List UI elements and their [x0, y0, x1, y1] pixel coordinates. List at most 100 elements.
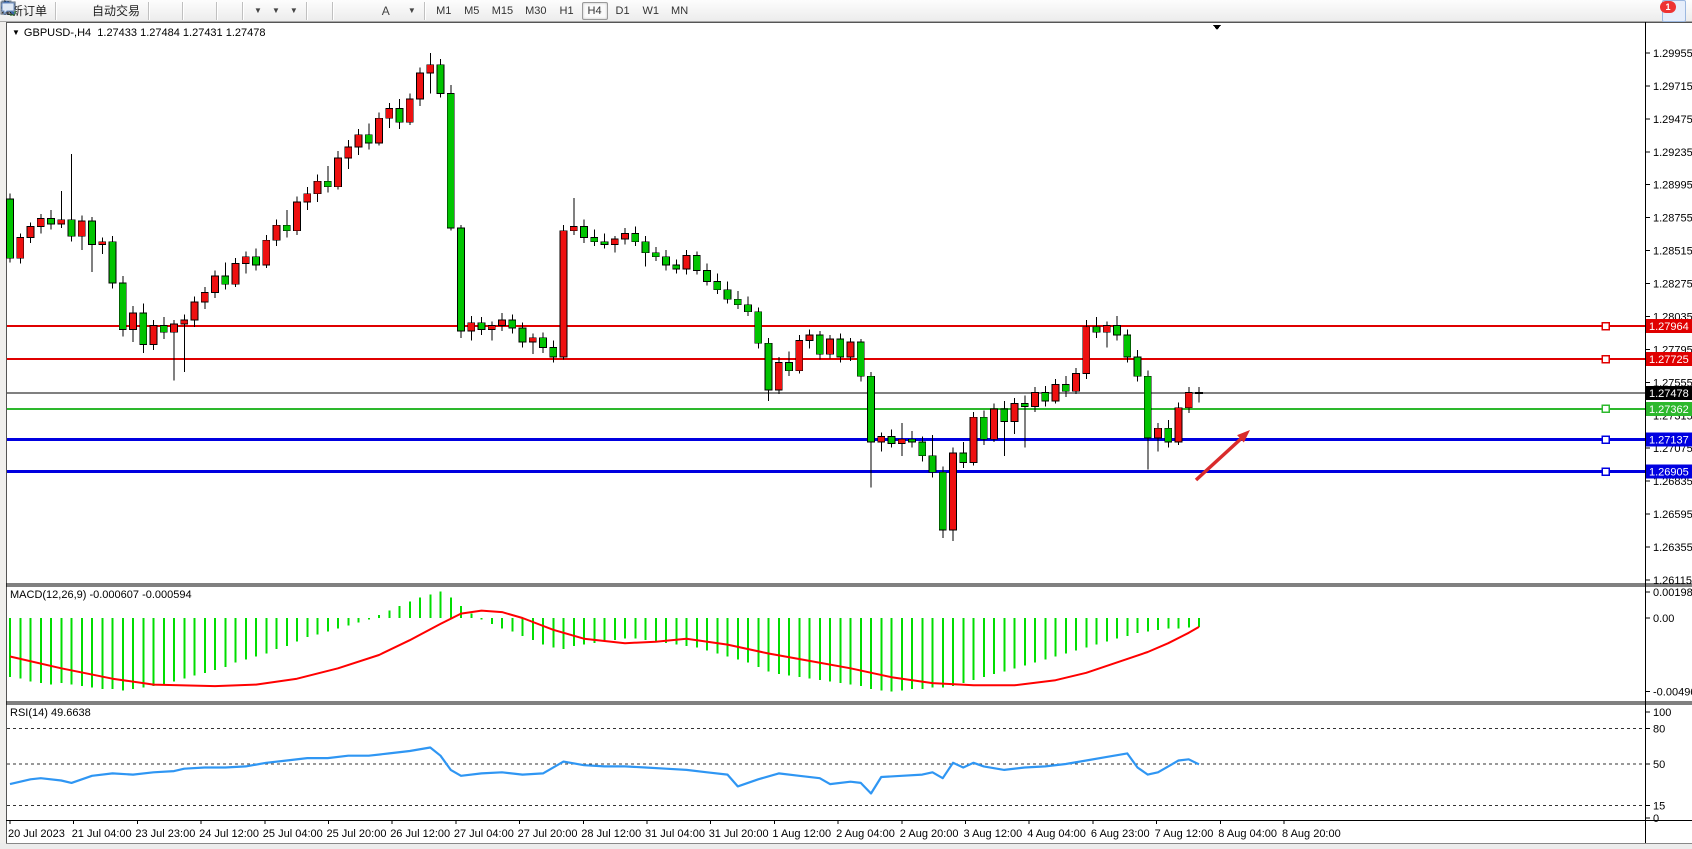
svg-text:1.26595: 1.26595: [1653, 509, 1692, 521]
trading-terminal-window: 新订单 自动交易 ▼ ▼ ▼ E F A T ▼: [0, 0, 1692, 849]
chevron-down-icon: ▼: [272, 6, 280, 15]
timeframe-M15[interactable]: M15: [487, 2, 518, 20]
toolbar: 新订单 自动交易 ▼ ▼ ▼ E F A T ▼: [0, 0, 1692, 22]
chart-canvas[interactable]: 1.299551.297151.294751.292351.289951.287…: [0, 0, 1692, 849]
candlestick-mode-button[interactable]: [162, 0, 170, 22]
svg-text:1.27137: 1.27137: [1649, 435, 1689, 447]
tile-windows-button[interactable]: [204, 0, 212, 22]
line-chart-mode-button[interactable]: [170, 0, 178, 22]
toolbar-separator: [332, 2, 334, 20]
timeframe-M1[interactable]: M1: [431, 2, 457, 20]
svg-text:1.27725: 1.27725: [1649, 354, 1689, 366]
svg-text:1.29475: 1.29475: [1653, 114, 1692, 126]
svg-text:15: 15: [1653, 800, 1665, 812]
signal-button[interactable]: [77, 0, 85, 22]
svg-text:8 Aug 04:00: 8 Aug 04:00: [1218, 828, 1277, 840]
chart-shift-button[interactable]: [222, 0, 230, 22]
svg-text:1.28755: 1.28755: [1653, 213, 1692, 225]
text-tool-button[interactable]: A: [378, 0, 394, 22]
svg-text:21 Jul 04:00: 21 Jul 04:00: [72, 828, 132, 840]
svg-text:50: 50: [1653, 759, 1665, 771]
svg-text:-0.004967: -0.004967: [1653, 687, 1692, 699]
auto-trading-button[interactable]: 自动交易: [85, 0, 144, 22]
channel-tool-button[interactable]: E: [362, 0, 370, 22]
svg-text:2 Aug 04:00: 2 Aug 04:00: [836, 828, 895, 840]
chevron-down-icon: ▼: [290, 6, 298, 15]
toolbar-right-group: 1: [1654, 0, 1686, 22]
text-label-tool-button[interactable]: T: [394, 0, 402, 22]
chevron-down-icon: ▼: [254, 6, 262, 15]
arrows-tool-button[interactable]: ▼: [402, 0, 420, 22]
vertical-line-tool-button[interactable]: [338, 0, 346, 22]
svg-text:23 Jul 23:00: 23 Jul 23:00: [135, 828, 195, 840]
crosshair-tool-button[interactable]: [320, 0, 328, 22]
svg-text:27 Jul 04:00: 27 Jul 04:00: [454, 828, 514, 840]
fibonacci-tool-button[interactable]: F: [370, 0, 378, 22]
svg-text:1.26115: 1.26115: [1653, 575, 1692, 587]
zoom-out-button[interactable]: [196, 0, 204, 22]
symbol-quote-text: GBPUSD-,H4 1.27433 1.27484 1.27431 1.274…: [24, 27, 266, 39]
svg-text:1.29955: 1.29955: [1653, 48, 1692, 60]
cursor-tool-button[interactable]: [312, 0, 320, 22]
svg-text:1.28275: 1.28275: [1653, 279, 1692, 291]
svg-text:2 Aug 20:00: 2 Aug 20:00: [900, 828, 959, 840]
svg-text:1.26905: 1.26905: [1649, 467, 1689, 479]
svg-text:25 Jul 04:00: 25 Jul 04:00: [263, 828, 323, 840]
toolbar-separator: [216, 2, 218, 20]
svg-text:1.27362: 1.27362: [1649, 404, 1689, 416]
trendline-tool-button[interactable]: [354, 0, 362, 22]
svg-text:7 Aug 12:00: 7 Aug 12:00: [1155, 828, 1214, 840]
timeframe-M5[interactable]: M5: [459, 2, 485, 20]
zoom-in-button[interactable]: [188, 0, 196, 22]
svg-text:24 Jul 12:00: 24 Jul 12:00: [199, 828, 259, 840]
svg-text:100: 100: [1653, 707, 1671, 719]
toolbar-separator: [424, 2, 426, 20]
market-watch-button[interactable]: [61, 0, 69, 22]
svg-text:4 Aug 04:00: 4 Aug 04:00: [1027, 828, 1086, 840]
new-order-label: 新订单: [11, 2, 47, 19]
svg-text:27 Jul 20:00: 27 Jul 20:00: [518, 828, 578, 840]
timeframe-group: M1M5M15M30H1H4D1W1MN: [430, 1, 694, 20]
auto-trading-label: 自动交易: [92, 2, 140, 19]
notifications-button[interactable]: 1: [1662, 0, 1686, 22]
indicators-button[interactable]: ▼: [284, 0, 302, 22]
horizontal-line-tool-button[interactable]: [346, 0, 354, 22]
collapse-triangle-icon[interactable]: ▼: [12, 28, 20, 37]
toolbar-separator: [148, 2, 150, 20]
svg-text:26 Jul 12:00: 26 Jul 12:00: [390, 828, 450, 840]
svg-text:1.28995: 1.28995: [1653, 180, 1692, 192]
svg-text:28 Jul 12:00: 28 Jul 12:00: [581, 828, 641, 840]
svg-text:0.00: 0.00: [1653, 613, 1674, 625]
svg-text:6 Aug 23:00: 6 Aug 23:00: [1091, 828, 1150, 840]
timeframe-MN[interactable]: MN: [666, 2, 693, 20]
timeframe-M30[interactable]: M30: [520, 2, 551, 20]
svg-text:20 Jul 2023: 20 Jul 2023: [8, 828, 65, 840]
notification-badge: 1: [1660, 1, 1676, 13]
timeframe-D1[interactable]: D1: [610, 2, 636, 20]
svg-text:1.29715: 1.29715: [1653, 81, 1692, 93]
svg-text:1.27964: 1.27964: [1649, 321, 1689, 333]
timeframe-H1[interactable]: H1: [554, 2, 580, 20]
svg-text:1.28515: 1.28515: [1653, 246, 1692, 258]
chevron-down-icon: ▼: [408, 6, 416, 15]
toolbar-separator: [55, 2, 57, 20]
bar-chart-mode-button[interactable]: [154, 0, 162, 22]
svg-text:1 Aug 12:00: 1 Aug 12:00: [772, 828, 831, 840]
symbol-quote-bar[interactable]: ▼ GBPUSD-,H4 1.27433 1.27484 1.27431 1.27…: [12, 27, 266, 39]
svg-text:1.27478: 1.27478: [1649, 388, 1689, 400]
svg-text:31 Jul 04:00: 31 Jul 04:00: [645, 828, 705, 840]
macd-indicator-label: MACD(12,26,9) -0.000607 -0.000594: [10, 589, 192, 601]
auto-scroll-button[interactable]: [230, 0, 238, 22]
svg-text:8 Aug 20:00: 8 Aug 20:00: [1282, 828, 1341, 840]
new-chart-button[interactable]: ▼: [248, 0, 266, 22]
svg-text:25 Jul 20:00: 25 Jul 20:00: [327, 828, 387, 840]
toolbar-separator: [242, 2, 244, 20]
svg-text:80: 80: [1653, 724, 1665, 736]
svg-text:3 Aug 12:00: 3 Aug 12:00: [964, 828, 1023, 840]
svg-text:0.001988: 0.001988: [1653, 587, 1692, 599]
timeframe-H4[interactable]: H4: [582, 2, 608, 20]
text-icon: A: [382, 4, 390, 18]
timeframe-W1[interactable]: W1: [638, 2, 665, 20]
data-window-button[interactable]: [69, 0, 77, 22]
profiles-button[interactable]: ▼: [266, 0, 284, 22]
